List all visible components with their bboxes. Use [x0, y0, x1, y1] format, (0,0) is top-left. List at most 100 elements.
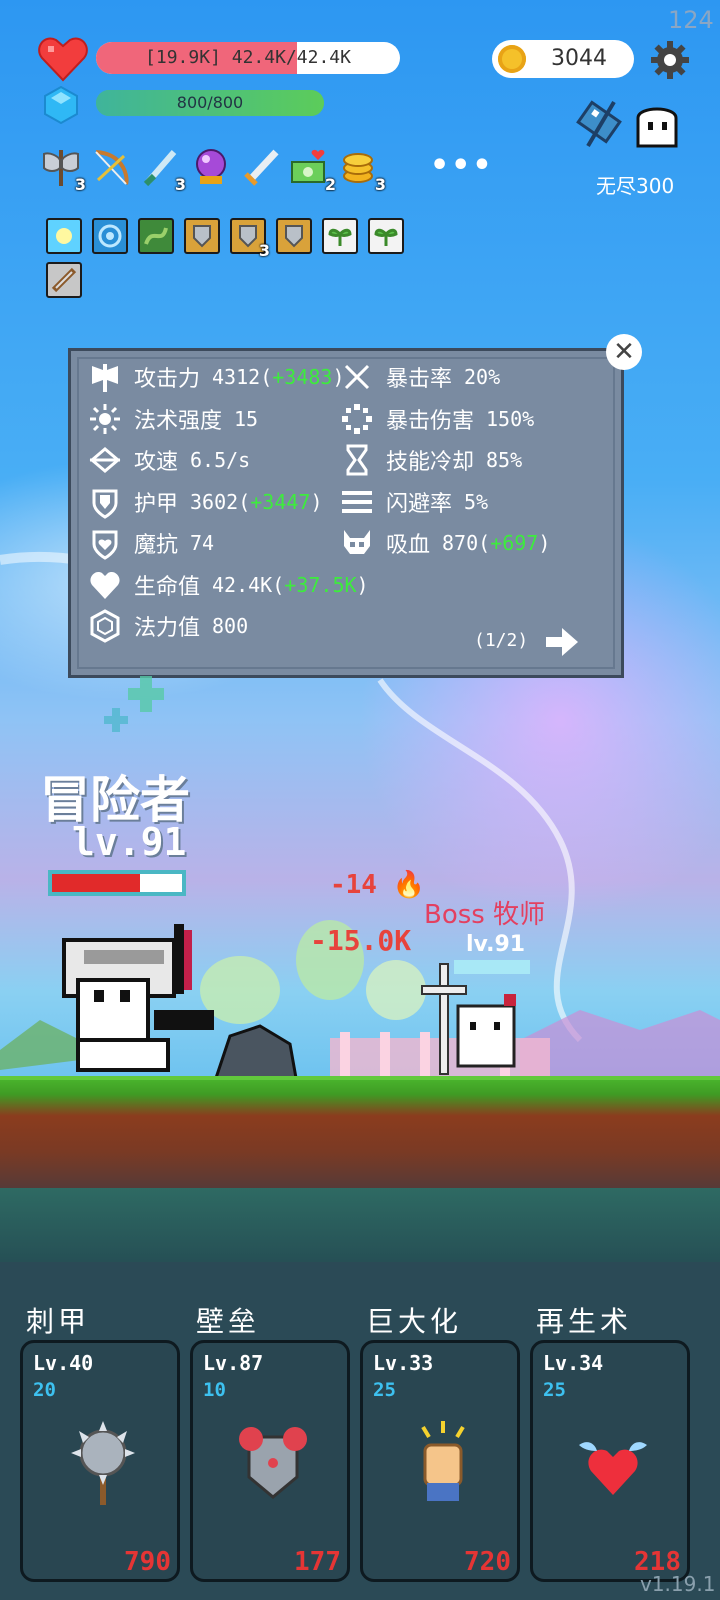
hero-hp-track	[52, 874, 182, 892]
crystal-ball-icon[interactable]	[190, 146, 232, 188]
shield-relic-icon[interactable]	[276, 218, 312, 254]
sprout-relic-icon[interactable]	[368, 218, 404, 254]
coin-stack-icon[interactable]: 3	[340, 146, 386, 194]
ice-relic-icon[interactable]	[92, 218, 128, 254]
endless-flag-icon[interactable]	[574, 96, 630, 152]
stat-row-crit-damage: 暴击伤害 150%	[340, 402, 534, 436]
stat-row-mana: 法力值 800	[88, 609, 248, 643]
hero-hp-bar	[48, 870, 186, 896]
stat-label: 闪避率	[386, 491, 453, 517]
close-button[interactable]: ✕	[606, 334, 642, 370]
skill-cost: 25	[373, 1379, 396, 1401]
stat-bonus: +37.5K	[284, 572, 357, 597]
relic-count: 3	[258, 241, 270, 260]
skill-cost: 10	[203, 1379, 226, 1401]
chest-armor-icon	[239, 1427, 307, 1499]
spell-power-icon	[90, 403, 120, 434]
hero-hp-fill	[52, 874, 141, 892]
stat-row-lifesteal: 吸血 870(+697)	[340, 526, 550, 560]
stat-row-magic-resist: 魔抗 74	[88, 526, 214, 560]
armor-icon	[92, 489, 118, 519]
stat-value: 6.5/s	[190, 448, 251, 472]
hp-bar: [19.9K] 42.4K/42.4K	[96, 42, 400, 74]
light-relic-icon[interactable]	[46, 218, 82, 254]
ghost-icon[interactable]	[632, 100, 682, 150]
stat-bonus: +697	[490, 531, 539, 555]
ground	[0, 1080, 720, 1200]
sprout-relic-icon[interactable]	[322, 218, 358, 254]
skill-card[interactable]: Lv.87 10 177	[190, 1340, 350, 1582]
sword-icon[interactable]	[240, 146, 282, 188]
skill-card[interactable]: Lv.34 25 218	[530, 1340, 690, 1582]
stat-bracket-close: )	[538, 531, 551, 555]
money-heart-icon[interactable]: 2	[290, 146, 336, 194]
heal-particles	[104, 676, 164, 732]
skill-card[interactable]: Lv.40 20 790	[20, 1340, 180, 1582]
battle-axe-icon[interactable]: 3	[40, 146, 86, 194]
stat-label: 生命值	[134, 574, 201, 600]
stat-value: 15	[234, 406, 259, 431]
stat-label: 技能冷却	[386, 450, 475, 475]
gold-counter: 3044	[492, 40, 634, 78]
hero-level: lv.91	[72, 820, 187, 864]
version-label: v1.19.1	[640, 1572, 716, 1596]
stat-label: 法力值	[134, 616, 201, 641]
shield-relic-icon[interactable]: 3	[230, 218, 270, 260]
stat-bracket-open: (	[272, 572, 285, 597]
skill-level: Lv.87	[203, 1351, 264, 1375]
skill-level: Lv.34	[543, 1351, 604, 1375]
skill-title: 壁垒	[196, 1305, 261, 1338]
skill-upgrade-price: 790	[124, 1547, 171, 1577]
boss-level: lv.91	[466, 932, 526, 957]
stat-row-cooldown: 技能冷却 85%	[340, 443, 522, 477]
lifesteal-icon	[344, 530, 370, 554]
stat-row-attack: 攻击力 4312(+3483)	[88, 360, 345, 394]
stat-row-health: 生命值 42.4K(+37.5K)	[88, 568, 369, 602]
stat-value: 42.4K	[212, 572, 273, 597]
next-page-arrow-icon[interactable]	[544, 624, 580, 660]
stat-row-armor: 护甲 3602(+3447)	[88, 485, 323, 519]
magic-resist-icon	[92, 530, 118, 560]
game-scene: 124 [19.9K] 42.4K/42.4K 800/800 3044 无尽3…	[0, 0, 720, 1600]
dagger-icon[interactable]: 3	[140, 146, 186, 194]
gold-amount: 3044	[551, 46, 607, 71]
skill-upgrade-price: 720	[464, 1547, 511, 1577]
more-items-button[interactable]: •••	[430, 148, 494, 183]
fire-damage-value: -14	[330, 870, 377, 900]
shield-relic-icon[interactable]	[184, 218, 220, 254]
blade-relic-icon[interactable]	[46, 262, 82, 298]
hp-text: [19.9K] 42.4K/42.4K	[145, 47, 351, 68]
mp-bar: 800/800	[96, 90, 324, 116]
stat-row-attack-speed: 攻速 6.5/s	[88, 443, 250, 477]
stat-label: 护甲	[134, 491, 179, 517]
stat-label: 暴击率	[386, 367, 453, 392]
fire-icon: 🔥	[392, 870, 425, 900]
attack-speed-icon	[89, 447, 121, 473]
skill-cost: 25	[543, 1379, 566, 1401]
bow-icon[interactable]	[90, 146, 132, 188]
fps-counter: 124	[668, 6, 714, 34]
endless-mode-label: 无尽300	[596, 174, 675, 198]
stat-value: 20%	[464, 365, 501, 389]
hero-sprite	[62, 924, 214, 1072]
stat-label: 暴击伤害	[386, 408, 475, 434]
stat-value: 870	[442, 531, 479, 555]
stat-bracket-open: (	[260, 365, 273, 389]
skill-title: 巨大化	[366, 1305, 463, 1338]
skill-cost: 20	[33, 1379, 56, 1401]
spiked-mace-icon	[71, 1421, 135, 1505]
stat-value: 74	[190, 531, 215, 555]
skill-upgrade-price: 177	[294, 1547, 341, 1577]
skill-card[interactable]: Lv.33 25 720	[360, 1340, 520, 1582]
heart-icon	[38, 37, 88, 82]
stat-bracket-open: (	[478, 531, 491, 555]
crit-damage-icon	[342, 403, 372, 434]
boss-sprite	[421, 963, 516, 1075]
stat-label: 吸血	[386, 533, 431, 558]
gear-icon[interactable]	[650, 40, 690, 80]
vine-relic-icon[interactable]	[138, 218, 174, 254]
item-count: 3	[174, 175, 186, 194]
stat-row-dodge: 闪避率 5%	[340, 485, 488, 519]
stat-bracket-close: )	[356, 572, 369, 597]
item-bar: 3 3 2 3	[40, 146, 386, 194]
